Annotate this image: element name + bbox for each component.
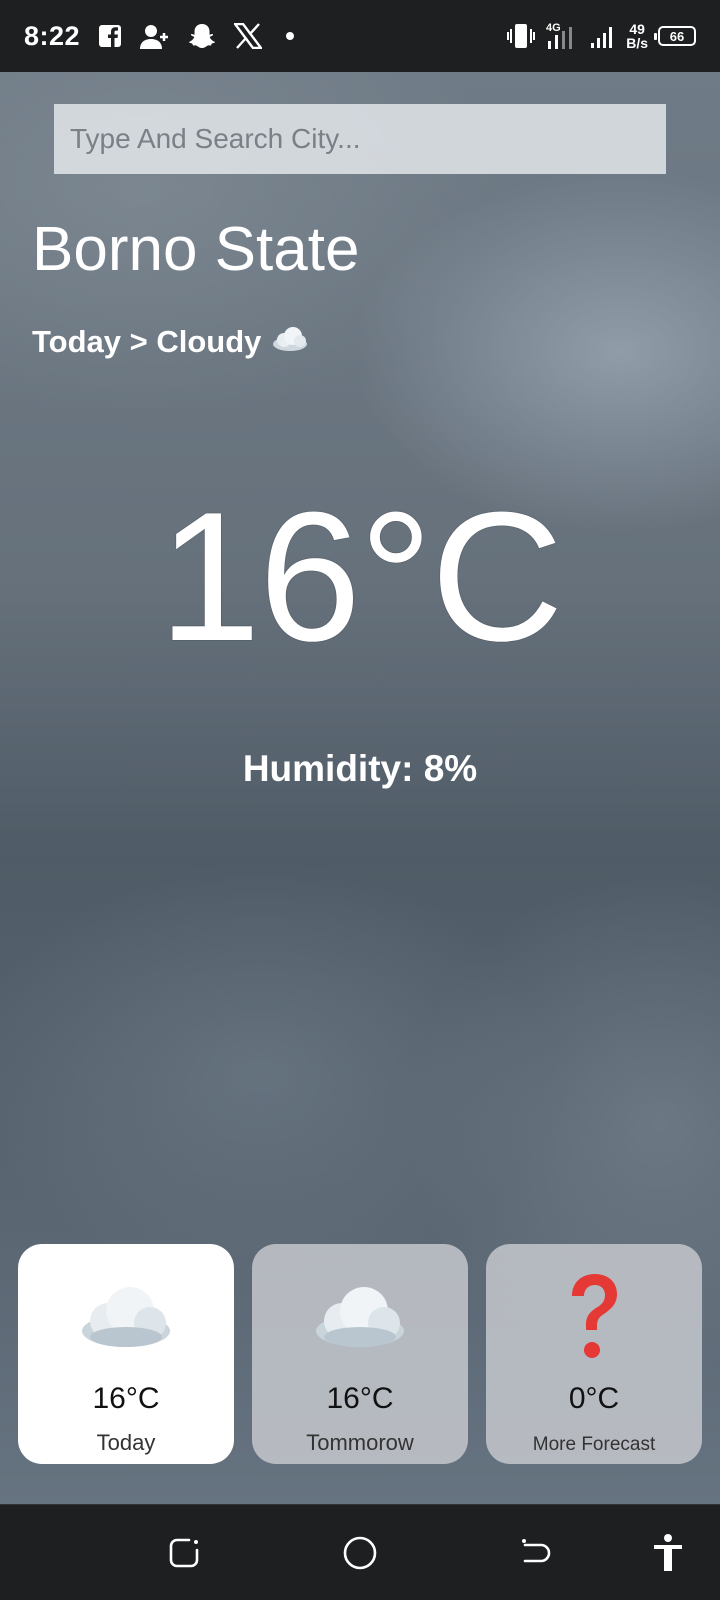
facebook-icon [98,24,122,48]
battery-icon: 66 [654,26,696,46]
forecast-card-tomorrow[interactable]: 16°C Tommorow [252,1244,468,1464]
city-search-input[interactable] [54,104,666,174]
question-mark-icon [562,1270,626,1362]
city-name: Borno State [32,215,360,284]
snapchat-icon [188,22,216,50]
notification-dot [286,32,295,40]
accessibility-icon[interactable] [648,1533,688,1573]
forecast-temp: 0°C [568,1382,620,1415]
forecast-temp: 16°C [92,1382,160,1415]
forecast-temp: 16°C [326,1382,394,1415]
x-icon [234,23,263,49]
forecast-label: Today [96,1430,156,1455]
signal-bars-icon [590,23,616,49]
forecast-card-more[interactable]: 0°C More Forecast [486,1244,702,1464]
net-speed-unit: B/s [626,35,648,51]
condition-text: Today > Cloudy [32,324,262,359]
add-contact-icon [140,23,170,49]
humidity-label: Humidity: 8% [242,748,478,789]
forecast-cards: 16°C Today 16°C Tommorow 0°C More Foreca… [18,1244,702,1464]
forecast-card-today[interactable]: 16°C Today [18,1244,234,1464]
current-condition: Today > Cloudy [32,324,309,360]
cloud-icon [271,324,309,360]
status-clock: 8:22 [24,20,81,51]
home-icon[interactable] [340,1533,380,1573]
back-icon[interactable] [516,1533,556,1573]
signal-icon: 4G [546,21,580,51]
net-speed: 49 B/s [626,22,648,50]
current-temperature: 16°C [158,473,563,679]
cloud-icon [312,1270,408,1362]
vibrate-icon [506,22,536,50]
battery-level: 66 [669,28,685,44]
recent-apps-icon[interactable] [164,1533,204,1573]
forecast-label: More Forecast [532,1434,656,1455]
forecast-label: Tommorow [306,1430,414,1455]
navigation-bar [0,1504,720,1600]
status-bar: 8:22 4G 49 B/s 66 [0,0,720,72]
net-speed-value: 49 [629,21,645,37]
network-type-label: 4G [546,22,561,34]
cloud-icon [78,1270,174,1362]
